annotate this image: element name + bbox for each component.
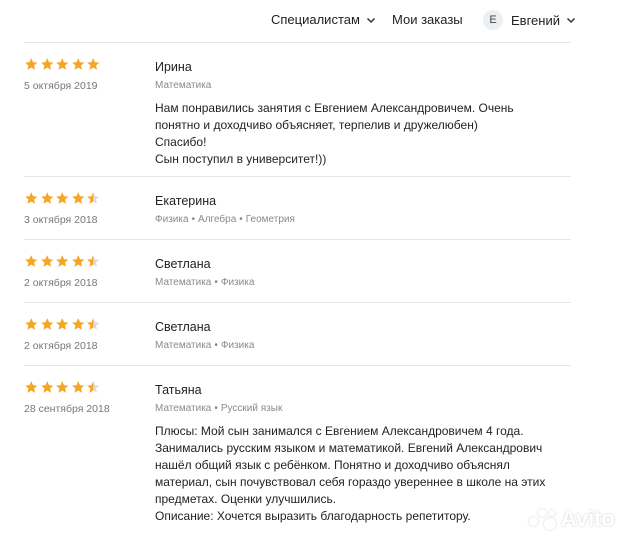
subject-separator: • bbox=[214, 277, 218, 288]
subject-tag: Алгебра bbox=[198, 214, 237, 225]
subject-separator: • bbox=[214, 403, 218, 414]
review-item: 28 сентября 2018 Татьяна Математика • Русс… bbox=[24, 365, 571, 526]
review-subjects: Математика • Физика bbox=[155, 340, 571, 352]
user-menu[interactable]: Е Евгений bbox=[483, 10, 576, 30]
star-half-icon bbox=[87, 318, 100, 330]
reviews-list: 5 октября 2019 Ирина Математика Нам понр… bbox=[0, 42, 625, 526]
specialists-menu[interactable]: Специалистам bbox=[271, 12, 376, 27]
star-full-icon bbox=[25, 381, 38, 393]
rating-stars bbox=[24, 380, 144, 396]
star-full-icon bbox=[40, 255, 53, 267]
subject-tag: Физика bbox=[220, 340, 255, 351]
subject-tag: Математика bbox=[155, 80, 212, 91]
star-full-icon bbox=[71, 58, 84, 70]
subject-tag: Математика bbox=[155, 277, 212, 288]
chevron-down-icon bbox=[566, 17, 575, 24]
subject-separator: • bbox=[214, 340, 218, 351]
star-full-icon bbox=[25, 58, 38, 70]
star-full-icon bbox=[56, 381, 69, 393]
rating-stars bbox=[24, 254, 144, 270]
rating-stars bbox=[24, 57, 144, 73]
star-half-icon bbox=[87, 381, 100, 393]
subject-tag: Русский язык bbox=[220, 403, 283, 414]
subject-separator: • bbox=[239, 214, 243, 225]
review-subjects: Математика • Русский язык bbox=[155, 403, 571, 415]
star-full-icon bbox=[87, 58, 100, 70]
reviewer-name: Светлана bbox=[155, 257, 211, 271]
review-date: 5 октября 2019 bbox=[24, 80, 98, 92]
star-full-icon bbox=[40, 318, 53, 330]
star-full-icon bbox=[71, 318, 84, 330]
subject-tag: Геометрия bbox=[245, 214, 295, 225]
avatar: Е bbox=[483, 10, 503, 30]
top-nav: Специалистам Мои заказы Е Евгений bbox=[0, 0, 625, 42]
star-full-icon bbox=[71, 381, 84, 393]
star-full-icon bbox=[40, 192, 53, 204]
review-date: 3 октября 2018 bbox=[24, 214, 98, 226]
star-full-icon bbox=[40, 58, 53, 70]
review-text: Нам понравились занятия с Евгением Алекс… bbox=[155, 101, 514, 166]
subject-tag: Математика bbox=[155, 340, 212, 351]
star-full-icon bbox=[25, 255, 38, 267]
subject-tag: Физика bbox=[220, 277, 255, 288]
avito-logo-icon bbox=[528, 508, 557, 530]
subject-tag: Физика bbox=[155, 214, 189, 225]
review-subjects: Физика • Алгебра • Геометрия bbox=[155, 214, 571, 226]
watermark-text: Avito bbox=[560, 506, 615, 531]
review-subjects: Математика • Физика bbox=[155, 277, 571, 289]
star-full-icon bbox=[40, 381, 53, 393]
rating-stars bbox=[24, 317, 144, 333]
rating-stars bbox=[24, 191, 144, 207]
star-full-icon bbox=[56, 58, 69, 70]
reviewer-name: Екатерина bbox=[155, 194, 217, 208]
star-half-icon bbox=[87, 192, 100, 204]
star-full-icon bbox=[71, 255, 84, 267]
reviewer-name: Светлана bbox=[155, 320, 211, 334]
specialists-menu-label: Специалистам bbox=[271, 12, 360, 27]
review-item: 2 октября 2018 Светлана Математика • Физик… bbox=[24, 239, 571, 302]
star-half-icon bbox=[87, 255, 100, 267]
review-item: 2 октября 2018 Светлана Математика • Физик… bbox=[24, 302, 571, 365]
reviewer-name: Ирина bbox=[155, 60, 192, 74]
review-date: 28 сентября 2018 bbox=[24, 403, 110, 415]
user-name: Евгений bbox=[511, 12, 560, 28]
reviewer-name: Татьяна bbox=[155, 383, 202, 397]
star-full-icon bbox=[71, 192, 84, 204]
review-date: 2 октября 2018 bbox=[24, 277, 98, 289]
review-text: Плюсы: Мой сын занимался с Евгением Алек… bbox=[155, 424, 546, 523]
my-orders-label: Мои заказы bbox=[392, 12, 463, 27]
subject-separator: • bbox=[191, 214, 196, 225]
review-item: 3 октября 2018 Екатерина Физика • Алгебра •… bbox=[24, 176, 571, 239]
star-full-icon bbox=[25, 318, 38, 330]
star-full-icon bbox=[56, 255, 69, 267]
avito-watermark: Avito bbox=[528, 506, 615, 532]
review-date: 2 октября 2018 bbox=[24, 340, 98, 352]
subject-tag: Математика bbox=[155, 403, 212, 414]
my-orders-link[interactable]: Мои заказы bbox=[392, 12, 463, 27]
review-item: 5 октября 2019 Ирина Математика Нам понр… bbox=[24, 42, 571, 176]
star-full-icon bbox=[56, 318, 69, 330]
star-full-icon bbox=[25, 192, 38, 204]
review-subjects: Математика bbox=[155, 80, 571, 92]
star-full-icon bbox=[56, 192, 69, 204]
chevron-down-icon bbox=[366, 17, 375, 23]
